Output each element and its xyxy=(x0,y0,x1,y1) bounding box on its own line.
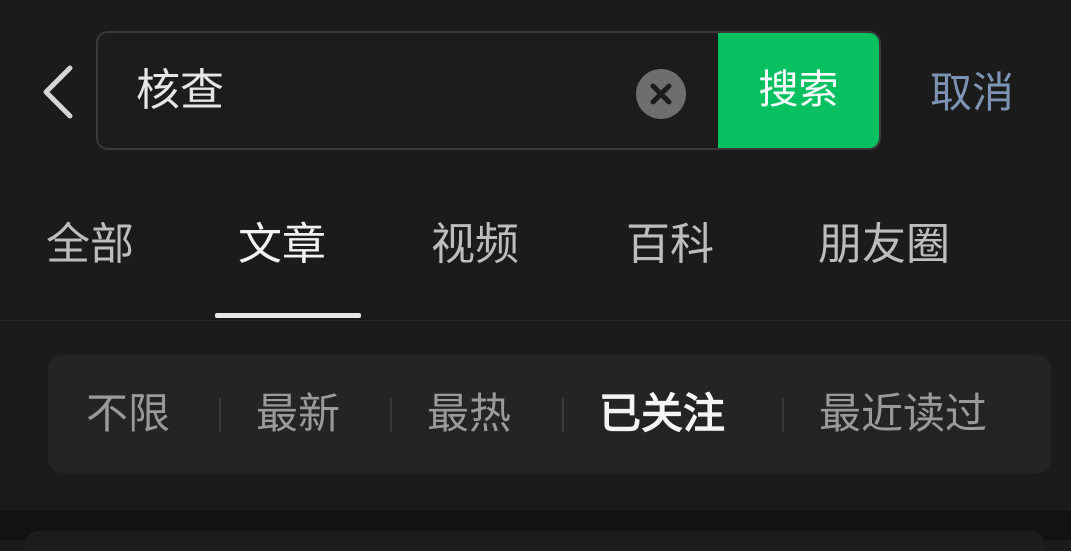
search-box: 搜索 xyxy=(96,31,881,150)
filter-latest[interactable]: 最新 xyxy=(256,379,340,449)
result-card[interactable] xyxy=(26,531,1044,551)
filter-divider xyxy=(562,398,564,432)
tab-videos[interactable]: 视频 xyxy=(431,210,519,280)
filter-following[interactable]: 已关注 xyxy=(599,379,725,449)
filter-recently-read[interactable]: 最近读过 xyxy=(819,379,987,449)
clear-search-button[interactable] xyxy=(636,69,686,119)
search-button[interactable]: 搜索 xyxy=(718,33,879,148)
filter-bar: 不限 最新 最热 已关注 最近读过 xyxy=(48,355,1051,473)
filter-divider xyxy=(782,398,784,432)
category-tabs: 全部 文章 视频 百科 朋友圈 xyxy=(0,190,1071,321)
tab-articles[interactable]: 文章 xyxy=(238,210,326,280)
filter-divider xyxy=(390,398,392,432)
filter-unlimited[interactable]: 不限 xyxy=(86,379,170,449)
chevron-left-icon xyxy=(43,65,73,119)
tab-moments[interactable]: 朋友圈 xyxy=(818,210,950,280)
tab-all[interactable]: 全部 xyxy=(46,210,134,280)
close-icon xyxy=(650,83,672,105)
active-tab-indicator xyxy=(215,313,361,318)
search-input[interactable] xyxy=(136,33,616,148)
tab-encyclopedia[interactable]: 百科 xyxy=(626,210,714,280)
filter-hottest[interactable]: 最热 xyxy=(427,379,511,449)
cancel-button[interactable]: 取消 xyxy=(930,58,1014,128)
back-button[interactable] xyxy=(34,58,82,126)
filter-divider xyxy=(219,398,221,432)
